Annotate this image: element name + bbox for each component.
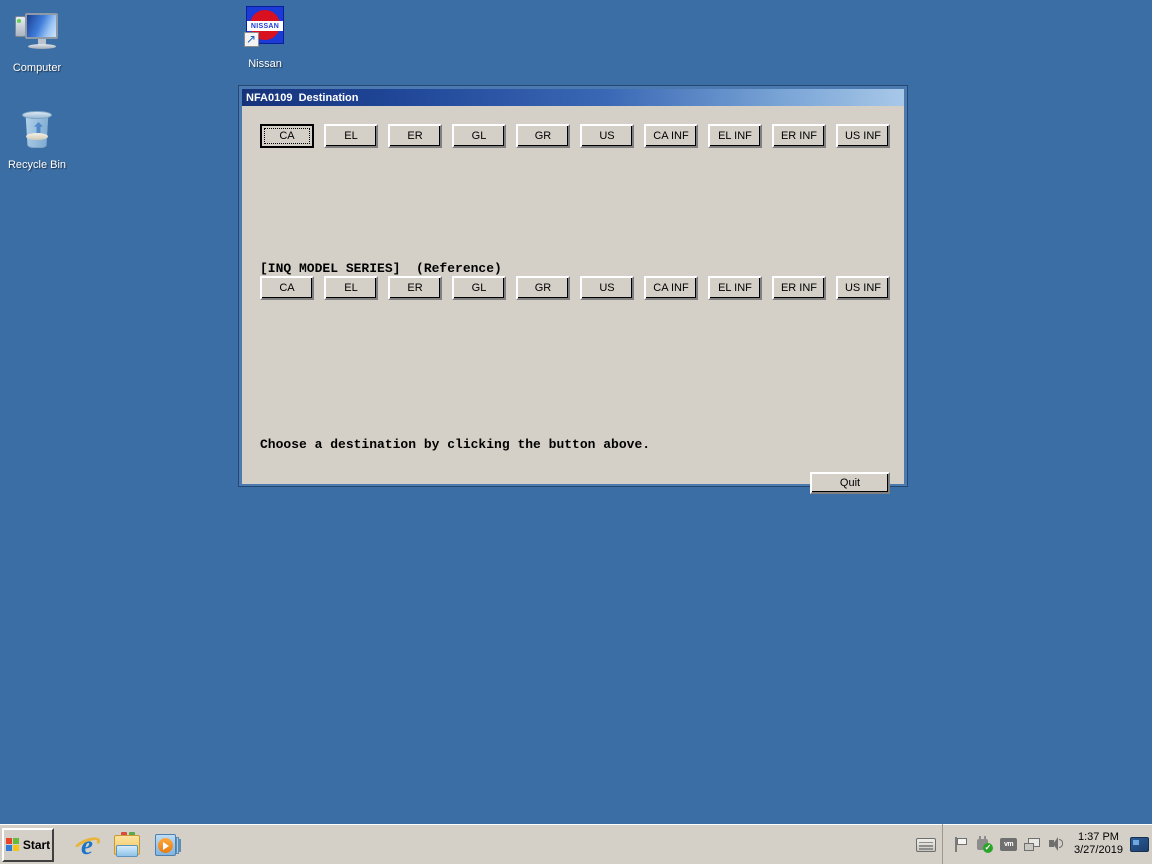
start-button-label: Start — [22, 837, 51, 852]
recycle-bin-icon — [13, 107, 61, 155]
destination-button-er[interactable]: ER — [388, 124, 442, 148]
instruction-text: Choose a destination by clicking the but… — [260, 437, 651, 452]
vm-icon-label: vm — [1000, 837, 1017, 851]
destination-button-gl[interactable]: GL — [452, 124, 506, 148]
vm-icon[interactable]: vm — [1000, 836, 1017, 853]
clock-time: 1:37 PM — [1077, 831, 1119, 843]
system-tray: ✓ vm 1:37 PM 3/27/2019 — [942, 824, 1152, 864]
desktop-icon-label: Recycle Bin — [7, 159, 67, 171]
keyboard-layout-icon[interactable] — [916, 838, 936, 854]
series-button-row: CA EL ER GL GR US CA INF EL INF ER INF U… — [260, 276, 900, 300]
series-button-us-inf[interactable]: US INF — [836, 276, 890, 300]
internet-explorer-icon[interactable]: e — [71, 830, 103, 860]
taskbar: Start e ✓ vm 1:37 PM 3/27/2019 — [0, 824, 1152, 864]
show-desktop-icon[interactable] — [1129, 836, 1149, 852]
flag-icon[interactable] — [952, 836, 969, 853]
destination-button-ca[interactable]: CA — [260, 124, 314, 148]
series-button-el[interactable]: EL — [324, 276, 378, 300]
desktop-icon-computer[interactable]: Computer — [0, 10, 74, 75]
security-shield-check-icon[interactable]: ✓ — [976, 835, 993, 853]
series-button-gl[interactable]: GL — [452, 276, 506, 300]
desktop-icon-label: Computer — [12, 62, 62, 74]
application-window: NFA0109 Destination CA EL ER GL GR US CA… — [238, 85, 908, 494]
volume-icon[interactable] — [1048, 836, 1065, 853]
button-label: CA — [264, 128, 310, 144]
network-icon[interactable] — [1024, 836, 1041, 853]
destination-button-ca-inf[interactable]: CA INF — [644, 124, 698, 148]
file-explorer-icon[interactable] — [112, 830, 142, 860]
series-button-er[interactable]: ER — [388, 276, 442, 300]
quick-launch-bar: e — [71, 830, 182, 860]
desktop-icon-label: Nissan — [248, 58, 282, 70]
clock-date: 3/27/2019 — [1074, 844, 1123, 856]
series-button-ca[interactable]: CA — [260, 276, 314, 300]
media-player-icon[interactable] — [152, 830, 182, 860]
destination-button-gr[interactable]: GR — [516, 124, 570, 148]
series-button-ca-inf[interactable]: CA INF — [644, 276, 698, 300]
series-button-el-inf[interactable]: EL INF — [708, 276, 762, 300]
window-title: NFA0109 Destination — [246, 91, 359, 104]
desktop-icon-nissan[interactable]: NISSAN ↗ Nissan — [228, 6, 302, 71]
series-button-gr[interactable]: GR — [516, 276, 570, 300]
computer-monitor-icon — [13, 10, 61, 58]
start-button[interactable]: Start — [2, 827, 54, 862]
windows-flag-icon — [5, 837, 21, 852]
destination-button-er-inf[interactable]: ER INF — [772, 124, 826, 148]
destination-button-row: CA EL ER GL GR US CA INF EL INF ER INF U… — [260, 124, 900, 148]
taskbar-clock[interactable]: 1:37 PM 3/27/2019 — [1074, 831, 1123, 857]
quit-button[interactable]: Quit — [810, 472, 890, 494]
destination-button-us[interactable]: US — [580, 124, 634, 148]
series-button-er-inf[interactable]: ER INF — [772, 276, 826, 300]
series-button-us[interactable]: US — [580, 276, 634, 300]
nissan-shortcut-icon: NISSAN ↗ — [241, 6, 289, 54]
desktop-icon-recycle-bin[interactable]: Recycle Bin — [0, 107, 74, 172]
window-client-area: CA EL ER GL GR US CA INF EL INF ER INF U… — [242, 106, 904, 494]
inq-model-series-label: [INQ MODEL SERIES] (Reference) — [260, 261, 502, 276]
window-titlebar[interactable]: NFA0109 Destination — [242, 89, 904, 106]
destination-button-el[interactable]: EL — [324, 124, 378, 148]
shortcut-arrow-icon: ↗ — [246, 32, 257, 46]
destination-button-us-inf[interactable]: US INF — [836, 124, 890, 148]
destination-button-el-inf[interactable]: EL INF — [708, 124, 762, 148]
